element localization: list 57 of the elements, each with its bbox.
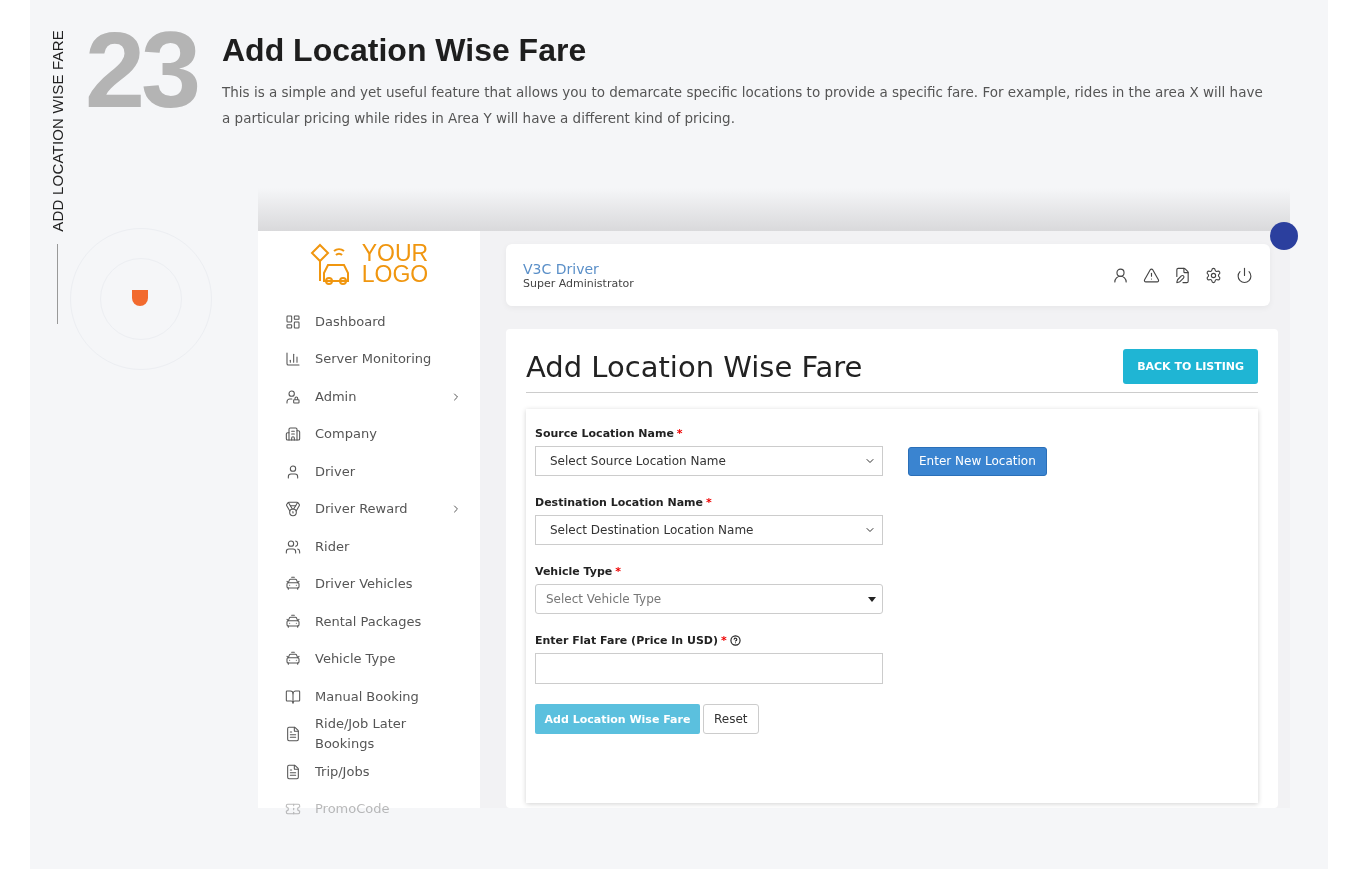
sidebar-item[interactable]: Vehicle Type: [258, 640, 480, 678]
sidebar-item[interactable]: Driver Reward: [258, 490, 480, 528]
taxi-icon: [285, 576, 301, 593]
field-label: Source Location Name: [535, 427, 674, 440]
sidebar-item[interactable]: Manual Booking: [258, 678, 480, 716]
section-title: Add Location Wise Fare: [222, 32, 588, 69]
sidebar-item[interactable]: Company: [258, 415, 480, 453]
taxi-icon: [285, 651, 301, 668]
document-icon: [285, 763, 301, 780]
select-field[interactable]: Select Source Location Name: [535, 446, 883, 476]
sidebar-item[interactable]: Ride/Job Later Bookings: [258, 715, 480, 753]
sidebar-item[interactable]: Rental Packages: [258, 603, 480, 641]
warning-icon[interactable]: [1143, 266, 1160, 284]
user-icon: [285, 463, 301, 480]
sidebar-item[interactable]: Admin: [258, 378, 480, 416]
book-icon: [285, 688, 301, 705]
chart-icon: [285, 351, 301, 368]
user-icon[interactable]: [1112, 266, 1129, 284]
required-mark: *: [615, 565, 622, 578]
user-lock-icon: [285, 388, 301, 405]
user-name: V3C Driver: [523, 260, 600, 277]
user-role: Super Administrator: [523, 276, 634, 290]
circle-decoration: [1270, 222, 1298, 250]
users-icon: [285, 538, 301, 555]
sidebar-item[interactable]: Rider: [258, 528, 480, 566]
field-label: Destination Location Name: [535, 496, 703, 509]
input-field[interactable]: [535, 653, 883, 684]
caret-icon: [868, 596, 876, 602]
building-icon: [285, 426, 301, 443]
select-field[interactable]: Select Destination Location Name: [535, 515, 883, 545]
sidebar-item[interactable]: Driver Vehicles: [258, 565, 480, 603]
field-label: Enter Flat Fare (Price In USD): [535, 634, 718, 647]
logo-text: YOUR: [361, 243, 429, 264]
dashboard-icon: [285, 313, 301, 330]
help-icon[interactable]: [729, 635, 741, 646]
sidebar-item[interactable]: Driver: [258, 453, 480, 491]
field-label: Vehicle Type: [535, 565, 613, 578]
settings-icon[interactable]: [1205, 266, 1222, 284]
page-title: Add Location Wise Fare: [526, 349, 863, 384]
power-icon[interactable]: [1236, 266, 1253, 284]
section-description: This is a simple and yet useful feature that allows you to demarcate specific locations to provide a specific fare. For example, rides in the area X will have a particular pricing while rides in Area Y will have a different kind of pricing.: [222, 83, 1264, 128]
reset-button[interactable]: Reset: [703, 704, 759, 734]
new-location-button[interactable]: Enter New Location: [908, 446, 1047, 476]
section-number: 23: [85, 22, 199, 131]
medal-icon: [285, 501, 301, 518]
required-mark: *: [706, 496, 712, 509]
required-mark: *: [721, 634, 727, 647]
logo-text: LOGO: [361, 264, 429, 285]
side-label: ADD LOCATION WISE FARE: [49, 30, 66, 232]
sidebar-item[interactable]: Dashboard: [258, 303, 480, 341]
taxi-icon: [285, 613, 301, 630]
document-icon: [285, 726, 301, 743]
edit-icon[interactable]: [1174, 266, 1191, 284]
sidebar-item[interactable]: Trip/Jobs: [258, 753, 480, 791]
select-field[interactable]: Select Vehicle Type: [535, 584, 883, 614]
sidebar-item[interactable]: Server Monitoring: [258, 340, 480, 378]
required-mark: *: [676, 427, 683, 440]
